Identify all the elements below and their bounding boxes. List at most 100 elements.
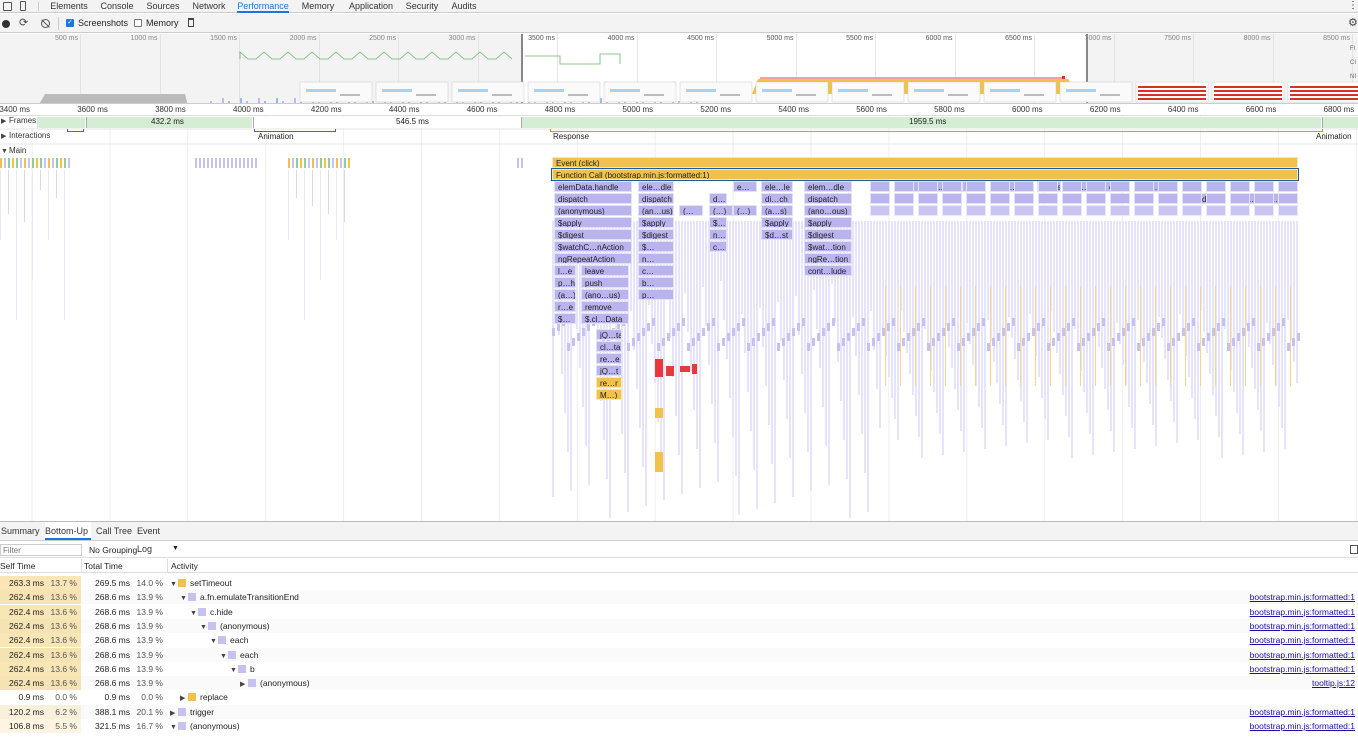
flame-frame[interactable] <box>1014 181 1034 192</box>
flame-frame[interactable] <box>1038 193 1058 204</box>
flame-frame[interactable]: leave <box>581 265 629 276</box>
flame-frame[interactable]: (a…) <box>554 289 576 300</box>
source-link[interactable]: bootstrap.min.js:formatted:1 <box>1250 619 1355 633</box>
flame-frame[interactable]: (ano…ous) <box>804 205 852 216</box>
flame-frame[interactable]: $digest <box>804 229 852 240</box>
flame-frame[interactable]: $apply <box>804 217 852 228</box>
flame-frame[interactable] <box>1134 193 1154 204</box>
source-link[interactable]: tooltip.js:12 <box>1312 676 1355 690</box>
source-link[interactable]: bootstrap.min.js:formatted:1 <box>1250 633 1355 647</box>
flame-frame[interactable] <box>1158 205 1178 216</box>
filter-input[interactable] <box>0 544 82 556</box>
flame-frame[interactable]: $d…st <box>761 229 793 240</box>
flame-frame[interactable]: p…h <box>554 277 576 288</box>
details-tab-event-log[interactable]: Event Log <box>137 522 177 554</box>
flame-frame[interactable] <box>1278 181 1298 192</box>
table-row[interactable]: 263.3 ms 13.7 % 269.5 ms 14.0 % ▼ setTimeout <box>0 576 1358 590</box>
flame-frame[interactable]: jQ…ta <box>596 329 622 340</box>
record-icon[interactable] <box>2 20 10 28</box>
flame-frame[interactable] <box>1038 205 1058 216</box>
flame-frame[interactable] <box>1110 193 1130 204</box>
flame-frame[interactable]: d… <box>709 193 727 204</box>
flame-frame[interactable]: $apply <box>554 217 632 228</box>
flame-frame[interactable]: elemData.handle <box>554 181 632 192</box>
header-self-time[interactable]: Self Time <box>0 559 35 573</box>
flame-frame[interactable]: (an…us) <box>638 205 674 216</box>
flame-frame[interactable] <box>918 205 938 216</box>
flame-frame[interactable]: (… <box>679 205 703 216</box>
flame-frame[interactable] <box>1062 193 1082 204</box>
flame-frame[interactable] <box>1158 193 1178 204</box>
flame-frame[interactable] <box>1278 193 1298 204</box>
flame-frame[interactable]: c… <box>709 241 727 252</box>
flame-frame[interactable] <box>1038 181 1058 192</box>
flame-frame[interactable] <box>1086 181 1106 192</box>
flame-frame[interactable] <box>918 181 938 192</box>
source-link[interactable]: bootstrap.min.js:formatted:1 <box>1250 605 1355 619</box>
grouping-select[interactable]: No Grouping <box>89 545 137 555</box>
flame-frame[interactable]: $… <box>554 313 576 324</box>
table-row[interactable]: 262.4 ms 13.6 % 268.6 ms 13.9 % ▼ each bootstr… <box>0 647 1358 662</box>
flame-frame[interactable] <box>1254 181 1274 192</box>
flame-frame[interactable] <box>1206 193 1226 204</box>
flame-frame[interactable]: ele…dle <box>638 181 674 192</box>
flame-frame[interactable] <box>1110 181 1130 192</box>
flame-frame[interactable]: elem…dle <box>804 181 852 192</box>
timeline-overview[interactable]: 500 ms 1000 ms 1500 ms 2000 ms 2500 ms 3000 m… <box>0 34 1358 104</box>
flame-frame[interactable]: (…) <box>709 205 733 216</box>
flamechart-tracks[interactable]: ▶ Frames 432.2 ms 546.5 ms 1959.5 ms ▶ Int… <box>0 116 1358 521</box>
chevron-down-icon[interactable]: ▼ <box>172 545 179 552</box>
details-tab-summary[interactable]: Summary <box>1 522 41 540</box>
flame-frame[interactable] <box>894 205 914 216</box>
tab-memory[interactable]: Memory <box>301 0 335 13</box>
flame-frame[interactable]: $digest <box>554 229 632 240</box>
sidebar-toggle-icon[interactable] <box>1350 545 1358 554</box>
flame-frame[interactable]: $… <box>638 241 674 252</box>
flame-frame[interactable] <box>1182 193 1202 204</box>
flame-function-call[interactable]: Function Call (bootstrap.min.js:formatte… <box>551 168 1299 181</box>
table-row[interactable]: 106.8 ms 5.5 % 321.5 ms 16.7 % ▼ (anonymous) b… <box>0 719 1358 733</box>
flame-frame[interactable] <box>990 193 1010 204</box>
flame-frame[interactable]: r…e <box>554 301 576 312</box>
flame-frame[interactable]: n… <box>709 229 727 240</box>
settings-icon[interactable]: ⚙ <box>1348 16 1358 29</box>
flame-frame[interactable]: cont…lude <box>804 265 852 276</box>
flame-frame[interactable]: push <box>581 277 629 288</box>
flame-frame[interactable] <box>942 181 962 192</box>
screenshots-checkbox[interactable]: ✓ <box>66 19 74 27</box>
flame-frame[interactable]: $… <box>709 217 727 228</box>
flame-frame[interactable] <box>1254 205 1274 216</box>
device-toggle-icon[interactable] <box>20 1 26 11</box>
table-row[interactable]: 262.4 ms 13.6 % 268.6 ms 13.9 % ▼ each bootstr… <box>0 633 1358 648</box>
flame-frame[interactable]: M…) <box>596 389 622 400</box>
more-menu-icon[interactable]: ⋮ <box>1348 0 1358 12</box>
flame-frame[interactable]: re…e <box>596 353 622 364</box>
reload-icon[interactable]: ⟳ <box>19 16 28 29</box>
flame-frame[interactable]: dispatch <box>554 193 632 204</box>
table-row[interactable]: 262.4 ms 13.6 % 268.6 ms 13.9 % ▼ c.hide boots… <box>0 604 1358 619</box>
flame-frame[interactable]: dispatch <box>804 193 852 204</box>
flame-frame[interactable] <box>990 181 1010 192</box>
flame-frame[interactable]: $.cl…Data <box>581 313 629 324</box>
expanded-arrow-icon[interactable]: ▼ <box>170 721 178 735</box>
flame-frame[interactable] <box>1230 193 1250 204</box>
flame-frame[interactable]: l…e <box>554 265 576 276</box>
flame-frame[interactable] <box>1110 205 1130 216</box>
flame-frame[interactable] <box>894 181 914 192</box>
tab-performance[interactable]: Performance <box>237 0 289 13</box>
flame-frame[interactable] <box>1158 181 1178 192</box>
source-link[interactable]: bootstrap.min.js:formatted:1 <box>1250 705 1355 719</box>
flame-frame[interactable]: (anonymous) <box>554 205 632 216</box>
flame-frame[interactable] <box>1182 205 1202 216</box>
flame-frame[interactable]: jQ…t <box>596 365 622 376</box>
flame-frame[interactable] <box>966 181 986 192</box>
flame-frame[interactable] <box>1230 205 1250 216</box>
flame-frame[interactable] <box>1182 181 1202 192</box>
flame-frame[interactable] <box>942 193 962 204</box>
flame-frame[interactable] <box>1206 181 1226 192</box>
flame-frame[interactable] <box>894 193 914 204</box>
flame-frame[interactable] <box>1230 181 1250 192</box>
tab-elements[interactable]: Elements <box>50 0 88 13</box>
tab-security[interactable]: Security <box>404 0 440 13</box>
flame-event-click[interactable]: Event (click) <box>552 157 1298 168</box>
